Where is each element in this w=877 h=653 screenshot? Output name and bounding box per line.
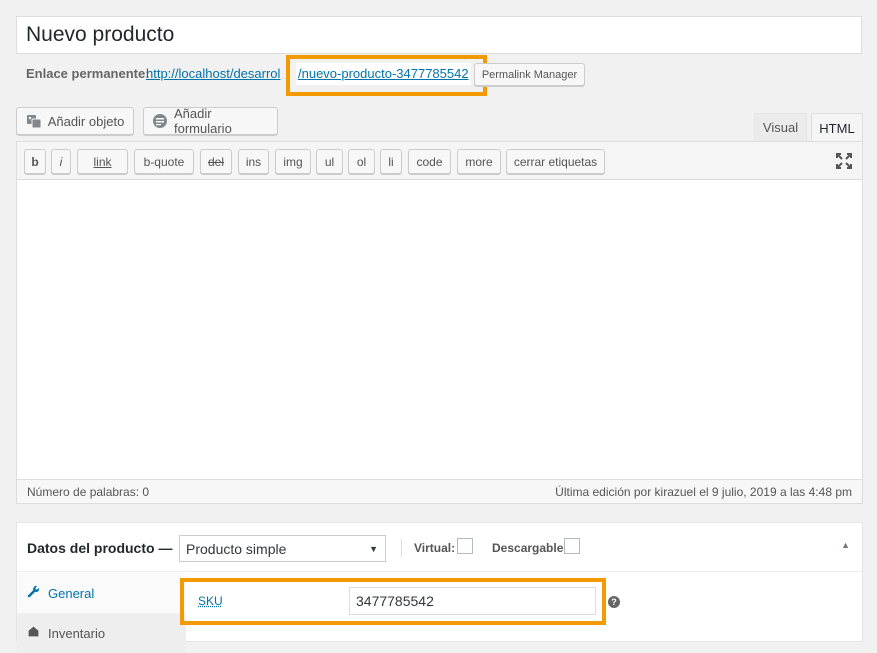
- product-type-value: Producto simple: [186, 540, 287, 557]
- help-icon[interactable]: ?: [608, 596, 620, 608]
- fullscreen-icon[interactable]: [835, 152, 853, 173]
- quicktag-bold-button[interactable]: b: [24, 149, 46, 174]
- sku-input[interactable]: 3477785542: [349, 587, 596, 615]
- editor-container: b i link b-quote del ins img ul ol li co…: [16, 141, 863, 504]
- add-form-button[interactable]: Añadir formulario: [143, 106, 278, 136]
- permalink-slug-link[interactable]: /nuevo-producto-3477785542: [296, 63, 471, 84]
- nav-item-general-label: General: [48, 585, 95, 601]
- inventory-icon: [27, 625, 40, 641]
- word-count: Número de palabras: 0: [27, 484, 150, 499]
- tab-visual[interactable]: Visual: [754, 113, 807, 141]
- permalink-slug-container[interactable]: /nuevo-producto-3477785542: [296, 63, 471, 85]
- product-data-header: Datos del producto — Producto simple ▼ V…: [17, 523, 862, 572]
- post-title-input[interactable]: Nuevo producto: [16, 16, 862, 54]
- add-object-button[interactable]: Añadir objeto: [16, 107, 134, 135]
- sku-label: SKU: [198, 594, 223, 608]
- permalink-label: Enlace permanente:: [26, 66, 150, 81]
- product-data-tabs: General Inventario: [17, 573, 186, 653]
- add-object-label: Añadir objeto: [47, 113, 125, 129]
- quicktag-img-button[interactable]: img: [275, 149, 311, 174]
- wrench-icon: [27, 585, 40, 601]
- product-data-box: Datos del producto — Producto simple ▼ V…: [16, 522, 863, 653]
- media-icon: [26, 113, 42, 129]
- quicktag-more-button[interactable]: more: [457, 149, 501, 174]
- virtual-label: Virtual:: [414, 541, 456, 555]
- quicktag-ol-button[interactable]: ol: [348, 149, 375, 174]
- product-data-title: Datos del producto —: [27, 540, 173, 556]
- add-form-label: Añadir formulario: [174, 106, 232, 136]
- downloadable-label: Descargable:: [492, 541, 568, 555]
- nav-item-inventory[interactable]: Inventario: [17, 613, 186, 653]
- nav-item-general[interactable]: General: [17, 573, 186, 613]
- permalink-base-link[interactable]: http://localhost/desarrol: [146, 66, 280, 81]
- last-edit-info: Última edición por kirazuel el 9 julio, …: [555, 484, 852, 499]
- editor-status-bar: Número de palabras: 0 Última edición por…: [17, 479, 862, 503]
- downloadable-checkbox[interactable]: [564, 538, 580, 554]
- quicktag-ins-button[interactable]: ins: [238, 149, 269, 174]
- quicktag-bquote-button[interactable]: b-quote: [134, 149, 194, 174]
- content-textarea[interactable]: [17, 180, 862, 480]
- collapse-arrow-icon[interactable]: ▲: [841, 540, 850, 550]
- permalink-manager-button[interactable]: Permalink Manager: [474, 63, 585, 86]
- quicktag-del-button[interactable]: del: [200, 149, 232, 174]
- quicktag-code-button[interactable]: code: [408, 149, 451, 174]
- quicktag-li-button[interactable]: li: [380, 149, 402, 174]
- tab-html[interactable]: HTML: [811, 113, 863, 142]
- quicktag-close-tags-button[interactable]: cerrar etiquetas: [506, 149, 605, 174]
- quicktags-toolbar: b i link b-quote del ins img ul ol li co…: [17, 142, 862, 180]
- quicktag-link-button[interactable]: link: [77, 149, 128, 174]
- quicktag-italic-button[interactable]: i: [51, 149, 71, 174]
- header-divider: [401, 539, 402, 557]
- quicktag-ul-button[interactable]: ul: [316, 149, 343, 174]
- virtual-checkbox[interactable]: [457, 538, 473, 554]
- select-caret-icon: ▼: [369, 544, 378, 554]
- form-icon: [152, 113, 168, 129]
- product-type-select[interactable]: Producto simple ▼: [179, 535, 386, 562]
- nav-item-inventory-label: Inventario: [48, 625, 106, 641]
